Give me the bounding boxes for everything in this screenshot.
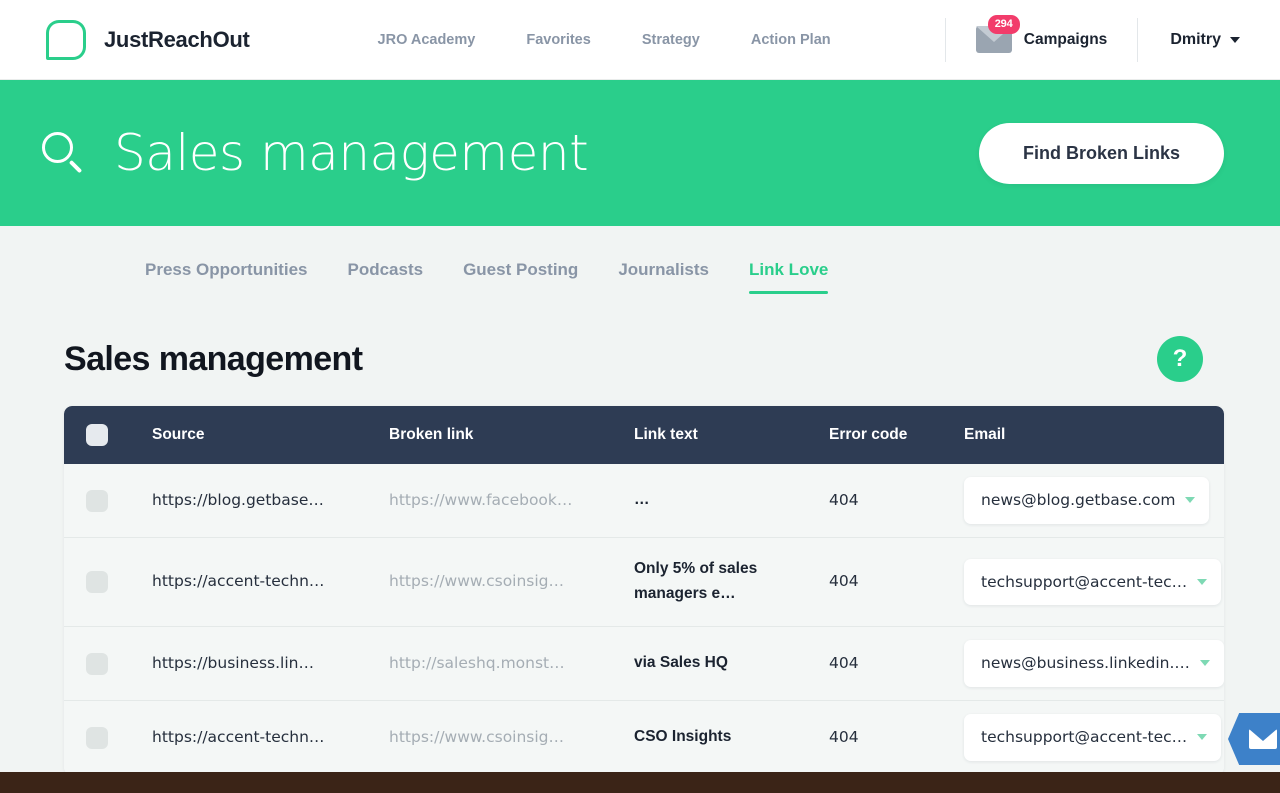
content-tabs: Press Opportunities Podcasts Guest Posti… [0, 226, 1280, 314]
feedback-envelope-flap [1249, 729, 1277, 741]
select-all-cell [64, 424, 144, 446]
primary-nav: JRO Academy Favorites Strategy Action Pl… [378, 32, 831, 48]
row-checkbox[interactable] [86, 571, 108, 593]
row-checkbox[interactable] [86, 490, 108, 512]
feedback-envelope-icon [1249, 729, 1277, 749]
chevron-down-icon [1197, 734, 1207, 740]
cell-broken-link[interactable]: https://www.facebook… [389, 491, 572, 509]
tab-link-love[interactable]: Link Love [749, 226, 828, 314]
cell-error-code: 404 [829, 654, 859, 672]
row-checkbox[interactable] [86, 653, 108, 675]
table-header-row: Source Broken link Link text Error code … [64, 406, 1224, 464]
email-address: news@business.linkedin.… [981, 651, 1190, 675]
nav-link-strategy[interactable]: Strategy [642, 32, 700, 48]
cell-source[interactable]: https://blog.getbase… [152, 491, 324, 509]
search-icon [40, 130, 86, 176]
row-select-cell [64, 727, 144, 749]
cell-broken-link[interactable]: http://saleshq.monst… [389, 654, 565, 672]
nav-link-jro-academy[interactable]: JRO Academy [378, 32, 476, 48]
cell-link-text: Only 5% of sales managers e… [634, 560, 757, 602]
table-row: https://blog.getbase… https://www.facebo… [64, 464, 1224, 538]
main-content: Sales management ? Source Broken link Li… [0, 314, 1280, 775]
search-icon-handle [69, 159, 82, 172]
search-input[interactable]: Sales management [114, 124, 588, 182]
row-checkbox[interactable] [86, 727, 108, 749]
email-dropdown[interactable]: techsupport@accent-tec… [964, 559, 1221, 605]
broken-links-table: Source Broken link Link text Error code … [64, 406, 1224, 775]
chevron-down-icon [1230, 37, 1240, 43]
chevron-down-icon [1185, 497, 1195, 503]
email-dropdown[interactable]: techsupport@accent-tec… [964, 714, 1221, 760]
campaigns-label: Campaigns [1024, 31, 1108, 49]
cell-error-code: 404 [829, 728, 859, 746]
brand-name: JustReachOut [104, 27, 250, 53]
brand-logo[interactable]: JustReachOut [46, 20, 250, 60]
cell-broken-link[interactable]: https://www.csoinsig… [389, 572, 564, 590]
nav-right-group: 294 Campaigns Dmitry [945, 18, 1240, 62]
email-dropdown[interactable]: news@business.linkedin.… [964, 640, 1224, 686]
chevron-down-icon [1200, 660, 1210, 666]
tab-guest-posting[interactable]: Guest Posting [463, 226, 578, 314]
help-button[interactable]: ? [1157, 336, 1203, 382]
email-dropdown[interactable]: news@blog.getbase.com [964, 477, 1209, 523]
justreachout-logo-icon [46, 20, 86, 60]
column-header-error-code[interactable]: Error code [821, 423, 956, 447]
find-broken-links-button[interactable]: Find Broken Links [979, 123, 1224, 184]
cell-broken-link[interactable]: https://www.csoinsig… [389, 728, 564, 746]
bottom-bar [0, 772, 1280, 793]
email-address: techsupport@accent-tec… [981, 570, 1187, 594]
table-row: https://accent-techn… https://www.csoins… [64, 701, 1224, 775]
email-address: techsupport@accent-tec… [981, 725, 1187, 749]
cell-link-text: via Sales HQ [634, 654, 728, 671]
tab-podcasts[interactable]: Podcasts [347, 226, 423, 314]
table-row: https://accent-techn… https://www.csoins… [64, 538, 1224, 627]
campaigns-button[interactable]: 294 Campaigns [946, 26, 1138, 53]
column-header-link-text[interactable]: Link text [626, 423, 821, 447]
chevron-down-icon [1197, 579, 1207, 585]
user-name: Dmitry [1170, 31, 1221, 49]
campaigns-badge-count: 294 [988, 15, 1020, 34]
top-navigation-bar: JustReachOut JRO Academy Favorites Strat… [0, 0, 1280, 80]
table-row: https://business.lin… http://saleshq.mon… [64, 627, 1224, 701]
cell-error-code: 404 [829, 572, 859, 590]
cell-source[interactable]: https://business.lin… [152, 654, 314, 672]
search-hero-banner: Sales management Find Broken Links [0, 80, 1280, 226]
column-header-email[interactable]: Email [956, 423, 1224, 447]
column-header-broken-link[interactable]: Broken link [381, 423, 626, 447]
search-area: Sales management [40, 124, 979, 182]
nav-link-action-plan[interactable]: Action Plan [751, 32, 831, 48]
tab-journalists[interactable]: Journalists [618, 226, 709, 314]
user-menu-dropdown[interactable]: Dmitry [1138, 31, 1240, 49]
search-icon-ring [42, 132, 73, 163]
row-select-cell [64, 653, 144, 675]
select-all-checkbox[interactable] [86, 424, 108, 446]
cell-source[interactable]: https://accent-techn… [152, 572, 324, 590]
row-select-cell [64, 571, 144, 593]
page-title-row: Sales management ? [64, 314, 1224, 406]
cell-source[interactable]: https://accent-techn… [152, 728, 324, 746]
envelope-icon: 294 [976, 26, 1012, 53]
cell-error-code: 404 [829, 491, 859, 509]
nav-link-favorites[interactable]: Favorites [526, 32, 590, 48]
cell-link-text: CSO Insights [634, 728, 731, 745]
cell-link-text: … [634, 491, 650, 508]
row-select-cell [64, 490, 144, 512]
column-header-source[interactable]: Source [144, 423, 381, 447]
tab-press-opportunities[interactable]: Press Opportunities [145, 226, 307, 314]
page-title: Sales management [64, 340, 362, 379]
email-address: news@blog.getbase.com [981, 488, 1175, 512]
